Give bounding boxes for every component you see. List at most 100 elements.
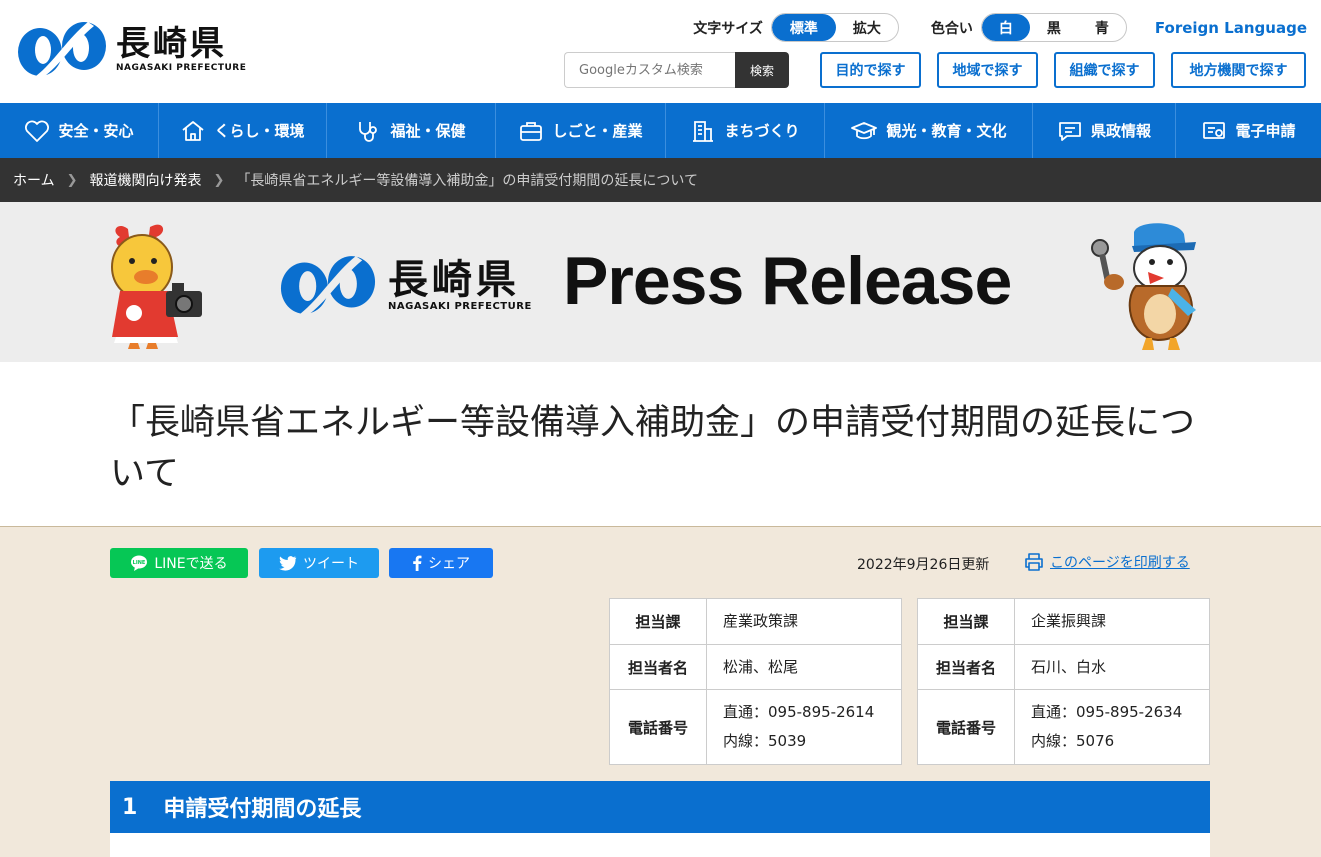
nav-item-safety[interactable]: 安全・安心 (0, 103, 159, 158)
chevron-right-icon: ❯ (66, 172, 78, 188)
heart-icon (25, 120, 50, 142)
prefecture-logo-icon (18, 22, 106, 78)
color-scheme-switch: 白 黒 青 (980, 13, 1127, 42)
line-icon: LINE (131, 555, 148, 571)
person-header: 担当者名 (917, 644, 1015, 690)
find-by-local-office-button[interactable]: 地方機関で探す (1171, 52, 1306, 88)
font-size-label: 文字サイズ (693, 20, 763, 37)
color-white-button[interactable]: 白 (981, 14, 1030, 41)
nav-item-label: 安全・安心 (58, 122, 134, 140)
chat-icon (1059, 121, 1081, 141)
section-title: 申請受付期間の延長 (163, 797, 362, 822)
press-release-heading: Press Release (563, 243, 1012, 319)
prefecture-logo-icon (280, 256, 376, 316)
facebook-share-label: シェア (428, 556, 470, 572)
site-search: 検索 (564, 52, 789, 88)
section-body (110, 833, 1210, 857)
mascot-camera-icon (111, 224, 202, 349)
find-by-region-button[interactable]: 地域で探す (937, 52, 1038, 88)
breadcrumb-home-link[interactable]: ホーム (13, 170, 55, 190)
printer-icon (1025, 553, 1043, 571)
person-value: 石川、白水 (1014, 644, 1210, 690)
tweet-label: ツイート (303, 556, 359, 572)
section-number: 1 (122, 794, 138, 820)
nav-item-government[interactable]: 県政情報 (1033, 103, 1176, 158)
banner-logo-wordmark: 長崎県 (388, 256, 520, 303)
site-header: 長崎県 NAGASAKI PREFECTURE 文字サイズ 標準 拡大 色合い … (0, 0, 1321, 103)
nav-item-label: 県政情報 (1090, 122, 1151, 140)
nav-item-town[interactable]: まちづくり (666, 103, 825, 158)
direct-line: 直通：095-895-2634 (1031, 703, 1183, 721)
find-by-organization-button[interactable]: 組織で探す (1054, 52, 1155, 88)
page-title: 「長崎県省エネルギー等設備導入補助金」の申請受付期間の延長について (110, 403, 1196, 494)
certificate-icon (1203, 121, 1226, 139)
logo-wordmark: 長崎県 (116, 24, 227, 64)
font-size-large-button[interactable]: 拡大 (836, 14, 898, 41)
nav-item-tourism[interactable]: 観光・教育・文化 (825, 103, 1033, 158)
twitter-icon (279, 556, 297, 571)
department-header: 担当課 (917, 598, 1015, 645)
chevron-right-icon: ❯ (213, 172, 225, 188)
nav-item-label: くらし・環境 (214, 122, 305, 140)
nav-item-welfare[interactable]: 福祉・保健 (327, 103, 496, 158)
breadcrumb-press-link[interactable]: 報道機関向け発表 (90, 170, 202, 190)
banner-logo-subtitle: NAGASAKI PREFECTURE (388, 300, 532, 312)
global-nav: 安全・安心 くらし・環境 福祉・保健 しごと・産業 まちづくり 観光・教育・文化… (0, 103, 1321, 158)
page-title-area: 「長崎県省エネルギー等設備導入補助金」の申請受付期間の延長について (0, 362, 1321, 527)
nav-item-label: 観光・教育・文化 (886, 122, 1007, 140)
utility-bar: 文字サイズ 標準 拡大 色合い 白 黒 青 Foreign Language (693, 13, 1307, 42)
briefcase-icon (520, 121, 543, 141)
site-logo[interactable]: 長崎県 NAGASAKI PREFECTURE (16, 20, 246, 78)
department-value: 企業振興課 (1014, 598, 1210, 645)
nav-item-living[interactable]: くらし・環境 (159, 103, 327, 158)
breadcrumb: ホーム ❯ 報道機関向け発表 ❯ 「長崎県省エネルギー等設備導入補助金」の申請受… (0, 158, 1321, 202)
graduation-cap-icon (851, 121, 878, 139)
person-value: 松浦、松尾 (706, 644, 902, 690)
line-share-button[interactable]: LINE LINEで送る (110, 548, 248, 578)
tweet-button[interactable]: ツイート (259, 548, 379, 578)
breadcrumb-current: 「長崎県省エネルギー等設備導入補助金」の申請受付期間の延長について (236, 173, 698, 189)
find-by-purpose-button[interactable]: 目的で探す (820, 52, 921, 88)
contact-table-industrial-policy: 担当課 産業政策課 担当者名 松浦、松尾 電話番号 直通：095-895-261… (609, 598, 902, 765)
person-header: 担当者名 (609, 644, 707, 690)
department-header: 担当課 (609, 598, 707, 645)
color-black-button[interactable]: 黒 (1030, 14, 1078, 41)
phone-value: 直通：095-895-2614 内線：5039 (706, 689, 902, 765)
facebook-share-button[interactable]: シェア (389, 548, 493, 578)
updated-date: 2022年9月26日更新 (857, 557, 990, 573)
phone-value: 直通：095-895-2634 内線：5076 (1014, 689, 1210, 765)
phone-header: 電話番号 (917, 689, 1015, 765)
building-icon (693, 120, 714, 142)
house-icon (182, 120, 205, 141)
nav-item-label: 福祉・保健 (390, 122, 466, 140)
stethoscope-icon (359, 121, 378, 142)
font-size-switch: 標準 拡大 (770, 13, 899, 42)
svg-text:LINE: LINE (133, 560, 146, 566)
nav-item-label: しごと・産業 (552, 122, 643, 140)
contact-table-business-promotion: 担当課 企業振興課 担当者名 石川、白水 電話番号 直通：095-895-263… (917, 598, 1210, 765)
extension-line: 内線：5039 (723, 732, 807, 750)
search-button[interactable]: 検索 (735, 52, 789, 88)
color-scheme-label: 色合い (930, 20, 973, 37)
facebook-icon (413, 555, 422, 571)
main-content: LINE LINEで送る ツイート シェア 2022年9月26日更新 このページ… (0, 527, 1321, 857)
foreign-language-link[interactable]: Foreign Language (1155, 19, 1307, 37)
logo-subtitle: NAGASAKI PREFECTURE (116, 63, 247, 73)
banner-logo: 長崎県 NAGASAKI PREFECTURE (276, 254, 532, 316)
nav-item-work[interactable]: しごと・産業 (496, 103, 666, 158)
line-share-label: LINEで送る (154, 556, 228, 572)
nav-item-e-application[interactable]: 電子申請 (1176, 103, 1321, 158)
print-page-label: このページを印刷する (1050, 555, 1190, 571)
nav-item-label: まちづくり (724, 122, 800, 140)
phone-header: 電話番号 (609, 689, 707, 765)
mascot-microphone-icon (1091, 223, 1196, 350)
press-release-banner: 長崎県 NAGASAKI PREFECTURE Press Release (0, 202, 1321, 362)
extension-line: 内線：5076 (1031, 732, 1115, 750)
print-page-link[interactable]: このページを印刷する (1024, 552, 1190, 572)
nav-item-label: 電子申請 (1235, 122, 1296, 140)
direct-line: 直通：095-895-2614 (723, 703, 875, 721)
color-blue-button[interactable]: 青 (1078, 14, 1126, 41)
font-size-standard-button[interactable]: 標準 (771, 14, 836, 41)
search-input[interactable] (564, 52, 735, 88)
section-heading: 1 申請受付期間の延長 (110, 781, 1210, 833)
